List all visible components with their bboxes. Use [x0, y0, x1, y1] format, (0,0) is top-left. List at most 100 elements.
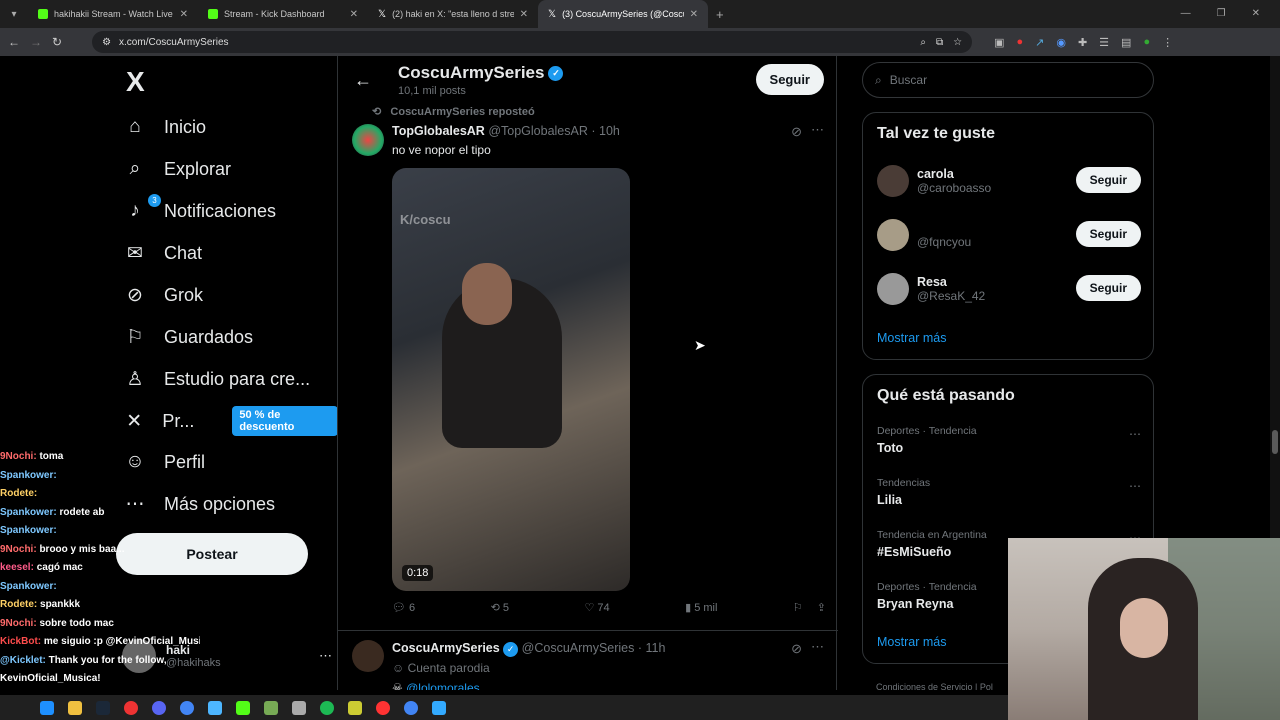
grok-icon[interactable]: ⊘: [791, 641, 802, 657]
more-icon[interactable]: ⋯: [319, 648, 332, 664]
chat-username[interactable]: 9Nochi:: [0, 451, 37, 462]
extension-icon[interactable]: ◉: [1056, 36, 1066, 49]
nav-notifications[interactable]: ♪ 3 Notificaciones: [124, 194, 276, 226]
grok-icon[interactable]: ⊘: [791, 124, 802, 140]
extension-icon[interactable]: ●: [1016, 36, 1023, 49]
suggested-user[interactable]: carola @caroboasso Seguir: [877, 161, 1141, 201]
new-tab-icon[interactable]: +: [716, 7, 724, 22]
puzzle-icon[interactable]: ✚: [1078, 36, 1087, 49]
follow-button[interactable]: Seguir: [1075, 167, 1141, 193]
avatar[interactable]: [352, 640, 384, 672]
reply-button[interactable]: 💬︎ 6: [392, 601, 415, 614]
more-icon[interactable]: ⋯: [811, 122, 824, 138]
repost-button[interactable]: ⟲ 5: [491, 601, 509, 614]
like-button[interactable]: ♡ 74: [584, 601, 609, 614]
more-icon[interactable]: ⋯: [1129, 427, 1141, 441]
mention-link[interactable]: ☠ @lolomorales: [392, 681, 480, 690]
share-icon[interactable]: ⇪: [817, 601, 826, 614]
browser-tab-4[interactable]: 𝕏 (3) CoscuArmySeries (@Coscu ✕: [538, 0, 708, 28]
bookmark-icon[interactable]: ⚐: [793, 601, 803, 614]
chat-username[interactable]: Spankower:: [0, 581, 57, 592]
folder-icon[interactable]: [68, 700, 82, 715]
minimize-icon[interactable]: —: [1181, 8, 1191, 19]
tweet-author: CoscuArmySeries ✓ @CoscuArmySeries · 11h: [392, 641, 666, 657]
more-icon[interactable]: ⋯: [811, 639, 824, 655]
chrome-icon[interactable]: [404, 700, 418, 715]
close-icon[interactable]: ✕: [180, 9, 188, 20]
chat-username[interactable]: Rodete:: [0, 488, 37, 499]
reading-list-icon[interactable]: ☰: [1099, 36, 1109, 49]
browser-tab-3[interactable]: 𝕏 (2) haki en X: "esta lleno d stre ✕: [368, 0, 538, 28]
back-icon[interactable]: ←: [8, 35, 20, 49]
follow-button[interactable]: Seguir: [1075, 275, 1141, 301]
bookmark-star-icon[interactable]: ☆: [953, 37, 962, 48]
chat-username[interactable]: Rodete:: [0, 599, 37, 610]
opera-icon[interactable]: [376, 700, 390, 715]
views-button[interactable]: ▮ 5 mil: [685, 601, 717, 614]
trend-item[interactable]: Tendencias Lilia ⋯: [877, 477, 1141, 507]
suggested-user[interactable]: Resa @ResaK_42 Seguir: [877, 269, 1141, 309]
nav-grok[interactable]: ⊘ Grok: [124, 280, 203, 310]
steam-icon[interactable]: [96, 700, 110, 715]
chat-username[interactable]: Spankower:: [0, 525, 57, 536]
sidebar-icon[interactable]: ▤: [1121, 36, 1131, 49]
minecraft-icon[interactable]: [264, 700, 278, 715]
chat-text: KevinOficial_Musica!: [0, 673, 101, 684]
trend-item[interactable]: Deportes · Tendencia Toto ⋯: [877, 425, 1141, 455]
taskbar-app-icon[interactable]: [432, 700, 446, 715]
chat-username[interactable]: KickBot:: [0, 636, 41, 647]
chat-username[interactable]: 9Nochi:: [0, 544, 37, 555]
kick-icon[interactable]: [236, 700, 250, 715]
cast-icon[interactable]: ⧉: [936, 37, 943, 48]
menu-icon[interactable]: ⋮: [1162, 36, 1173, 49]
show-more-link[interactable]: Mostrar más: [877, 635, 946, 649]
footer-links[interactable]: Condiciones de Servicio | Pol: [876, 682, 993, 690]
taskbar-app-icon[interactable]: [348, 700, 362, 715]
show-more-link[interactable]: Mostrar más: [877, 331, 946, 345]
close-icon[interactable]: ✕: [690, 9, 698, 20]
zoom-icon[interactable]: ⌕: [920, 37, 926, 48]
nav-bookmarks[interactable]: ⚐ Guardados: [124, 322, 253, 352]
nav-creator-studio[interactable]: ♙ Estudio para cre...: [124, 364, 310, 394]
chat-username[interactable]: keesel:: [0, 562, 34, 573]
extension-icon[interactable]: ▣: [994, 36, 1004, 49]
taskbar-app-icon[interactable]: [292, 700, 306, 715]
scrollbar-thumb[interactable]: [1272, 430, 1278, 454]
taskbar-app-icon[interactable]: [40, 700, 54, 715]
close-icon[interactable]: ✕: [350, 9, 358, 20]
nav-home[interactable]: ⌂ Inicio: [124, 112, 206, 142]
more-icon[interactable]: ⋯: [1129, 479, 1141, 493]
follow-button[interactable]: Seguir: [755, 64, 824, 95]
nav-chat[interactable]: ✉ Chat: [124, 238, 202, 268]
nav-premium[interactable]: ✕ Pr... 50 % de descuento: [124, 406, 338, 436]
browser-tab-1[interactable]: hakihakii Stream - Watch Live o ✕: [28, 0, 198, 28]
spotify-icon[interactable]: [320, 700, 334, 715]
profile-avatar-icon[interactable]: ●: [1143, 36, 1150, 49]
reload-icon[interactable]: ↻: [52, 35, 62, 49]
forward-icon[interactable]: →: [30, 35, 42, 49]
tab-search-icon[interactable]: ▾: [0, 9, 28, 20]
avatar[interactable]: [352, 124, 384, 156]
chat-username[interactable]: 9Nochi:: [0, 618, 37, 629]
obs-icon[interactable]: [124, 700, 138, 715]
suggested-user[interactable]: @fqncyou Seguir: [877, 215, 1141, 255]
discord-icon[interactable]: [152, 700, 166, 715]
follow-button[interactable]: Seguir: [1075, 221, 1141, 247]
chat-username[interactable]: @Kicklet:: [0, 655, 46, 666]
site-info-icon[interactable]: ⚙: [102, 37, 111, 48]
x-logo[interactable]: X: [126, 66, 145, 98]
back-arrow-icon[interactable]: ←: [354, 70, 384, 91]
chat-username[interactable]: Spankower:: [0, 507, 57, 518]
url-field[interactable]: ⚙ x.com/CoscuArmySeries ⌕ ⧉ ☆: [92, 31, 973, 53]
browser-tab-2[interactable]: Stream - Kick Dashboard ✕: [198, 0, 368, 28]
nav-explore[interactable]: ⌕ Explorar: [124, 154, 231, 184]
chat-username[interactable]: Spankower:: [0, 470, 57, 481]
close-window-icon[interactable]: ✕: [1252, 8, 1260, 19]
restore-icon[interactable]: ❐: [1217, 8, 1226, 19]
search-input[interactable]: ⌕ Buscar: [862, 62, 1154, 98]
extension-icon[interactable]: ↗: [1035, 36, 1044, 49]
close-icon[interactable]: ✕: [520, 9, 528, 20]
chrome-icon[interactable]: [180, 700, 194, 715]
taskbar-app-icon[interactable]: [208, 700, 222, 715]
tweet-video[interactable]: K/coscu 0:18: [392, 168, 630, 591]
